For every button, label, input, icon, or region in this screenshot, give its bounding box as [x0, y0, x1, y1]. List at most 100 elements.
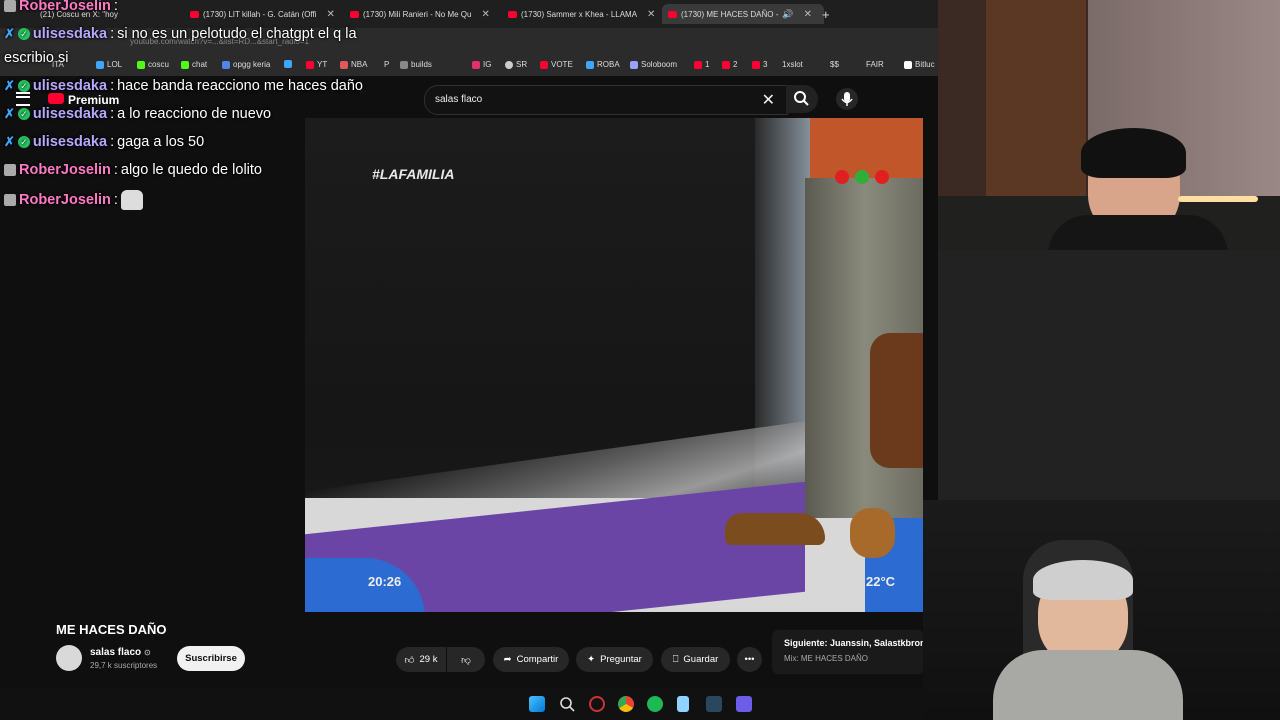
bookmark-label: 3	[763, 60, 768, 69]
bookmark[interactable]: $$	[830, 60, 839, 69]
close-icon[interactable]: ✕	[327, 9, 335, 20]
browser-tab[interactable]: (1730) Sammer x Khea - LLAMA ✕	[508, 4, 658, 24]
bookmark[interactable]: 2	[722, 60, 737, 69]
verified-badge-icon: ✓	[17, 136, 30, 148]
voice-search-button[interactable]	[836, 88, 858, 110]
up-next-card[interactable]: Siguiente: Juanssin, Salastkbron Mix: ME…	[772, 630, 926, 674]
search-input[interactable]: salas flaco ✕	[424, 85, 788, 115]
webcam-bottom	[923, 500, 1280, 720]
sword-badge-icon: ✗	[4, 26, 15, 41]
bookmark[interactable]: U	[284, 60, 292, 68]
bookmark[interactable]: FAIR	[866, 60, 884, 69]
close-icon[interactable]: ✕	[647, 9, 655, 20]
bookmark[interactable]: Bitluc	[904, 60, 935, 69]
bookmark[interactable]: chat	[181, 60, 207, 69]
video-player[interactable]	[305, 118, 923, 612]
bookmark[interactable]: NBA	[340, 60, 367, 69]
channel-name[interactable]: salas flaco ⊙	[90, 647, 151, 658]
instagram-icon	[472, 60, 480, 69]
bookmark-icon	[586, 60, 594, 69]
verified-badge-icon: ✓	[17, 108, 30, 120]
sword-badge-icon: ✗	[4, 134, 15, 149]
bookmark[interactable]: 1xslot	[782, 60, 803, 69]
close-icon[interactable]: ✕	[804, 9, 812, 20]
channel-avatar[interactable]	[56, 645, 82, 671]
sword-badge-icon: ✗	[4, 106, 15, 121]
like-button[interactable]: 👍︎ 29 k	[396, 647, 446, 672]
chat-separator: :	[113, 0, 118, 14]
youtube-logo-icon[interactable]	[48, 93, 64, 104]
app-icon[interactable]	[589, 696, 605, 712]
app-grid-icon[interactable]	[736, 696, 752, 712]
chat-separator: :	[113, 192, 118, 208]
bookmarks-bar: ITA LOL coscu chat opgg keria U YT NBA P…	[0, 56, 938, 76]
chat-message: ✗ ✓ ulisesdaka: a lo reacciono de nuevo	[4, 106, 271, 122]
windows-start-icon[interactable]	[529, 696, 545, 712]
browser-tab[interactable]: (1730) Mili Ranieri - No Me Qu ✕	[350, 4, 500, 24]
save-button[interactable]: ⎕ Guardar	[661, 647, 730, 672]
clear-icon[interactable]: ✕	[762, 90, 775, 110]
door-shape	[986, 0, 1086, 210]
more-icon: •••	[744, 654, 755, 665]
bookmark[interactable]: YT	[306, 60, 327, 69]
browser-tab-active[interactable]: (1730) ME HACES DAÑO - 🔊 ✕	[662, 4, 824, 24]
bookmark[interactable]: IG	[472, 60, 491, 69]
bookmark[interactable]: opgg keria	[222, 60, 270, 69]
new-tab-button[interactable]: +	[822, 4, 830, 24]
chrome-icon[interactable]	[618, 696, 634, 712]
bookmark[interactable]: Soloboom	[630, 60, 677, 69]
share-label: Compartir	[516, 654, 559, 665]
share-button[interactable]: ➦ Compartir	[493, 647, 569, 672]
bookmark-icon	[340, 60, 348, 69]
bookmark[interactable]: ROBA	[586, 60, 620, 69]
speaker-icon[interactable]: 🔊	[782, 9, 793, 20]
video-overlay-tag: #LAFAMILIA	[372, 166, 455, 182]
youtube-icon	[540, 60, 548, 69]
bookmark[interactable]: P	[384, 60, 389, 69]
notepad-icon[interactable]	[677, 696, 689, 712]
chat-message: RoberJoselin: algo le quedo de lolito	[4, 162, 262, 178]
tab-label: (1730) Mili Ranieri - No Me Qu	[363, 9, 472, 19]
bookmark-icon	[400, 60, 408, 69]
close-icon[interactable]: ✕	[481, 9, 489, 20]
gift-badge-icon	[4, 164, 16, 176]
more-actions-button[interactable]: •••	[737, 647, 762, 672]
bookmark-icon: ⎕	[672, 654, 679, 665]
search-icon[interactable]	[559, 696, 575, 712]
video-shoe	[850, 508, 895, 558]
steam-icon[interactable]	[706, 696, 722, 712]
video-shoe	[725, 513, 825, 545]
browser-tab[interactable]: (1730) LIT killah - G. Catán (Offi ✕	[190, 4, 340, 24]
verified-badge-icon: ✓	[17, 80, 30, 92]
bookmark[interactable]: 3	[752, 60, 767, 69]
subscribe-button[interactable]: Suscribirse	[177, 646, 245, 671]
tab-label: (1730) ME HACES DAÑO -	[681, 9, 779, 19]
verified-badge-icon: ✓	[17, 28, 30, 40]
search-button[interactable]	[786, 85, 818, 113]
bookmark-label: P	[384, 60, 390, 69]
mic-icon	[841, 92, 853, 106]
bookmark[interactable]: 1	[694, 60, 709, 69]
thumbs-up-icon: 👍︎	[404, 654, 415, 666]
bookmark[interactable]: builds	[400, 60, 432, 69]
bookmark[interactable]: SR	[505, 60, 527, 69]
spotify-icon[interactable]	[647, 696, 663, 712]
dislike-button[interactable]: 👎︎	[447, 647, 485, 672]
bookmark-icon	[284, 60, 292, 68]
bookmark[interactable]: VOTE	[540, 60, 573, 69]
chat-separator: :	[110, 78, 115, 94]
hair-shape	[1033, 560, 1133, 600]
bookmark[interactable]: LOL	[96, 60, 122, 69]
youtube-icon	[190, 10, 199, 18]
chat-message: RoberJoselin:	[4, 190, 143, 210]
youtube-icon	[350, 10, 359, 18]
bookmark[interactable]: coscu	[137, 60, 169, 69]
ask-button[interactable]: ✦ Preguntar	[576, 647, 653, 672]
bookmark-icon	[630, 60, 638, 69]
bookmark-label: LOL	[107, 60, 123, 69]
bookmark-label: 1	[705, 60, 710, 69]
chat-message: ✗ ✓ ulisesdaka: si no es un pelotudo el c…	[4, 26, 357, 42]
bookmark-label: coscu	[148, 60, 169, 69]
menu-icon[interactable]	[16, 92, 30, 106]
youtube-icon	[752, 60, 760, 69]
